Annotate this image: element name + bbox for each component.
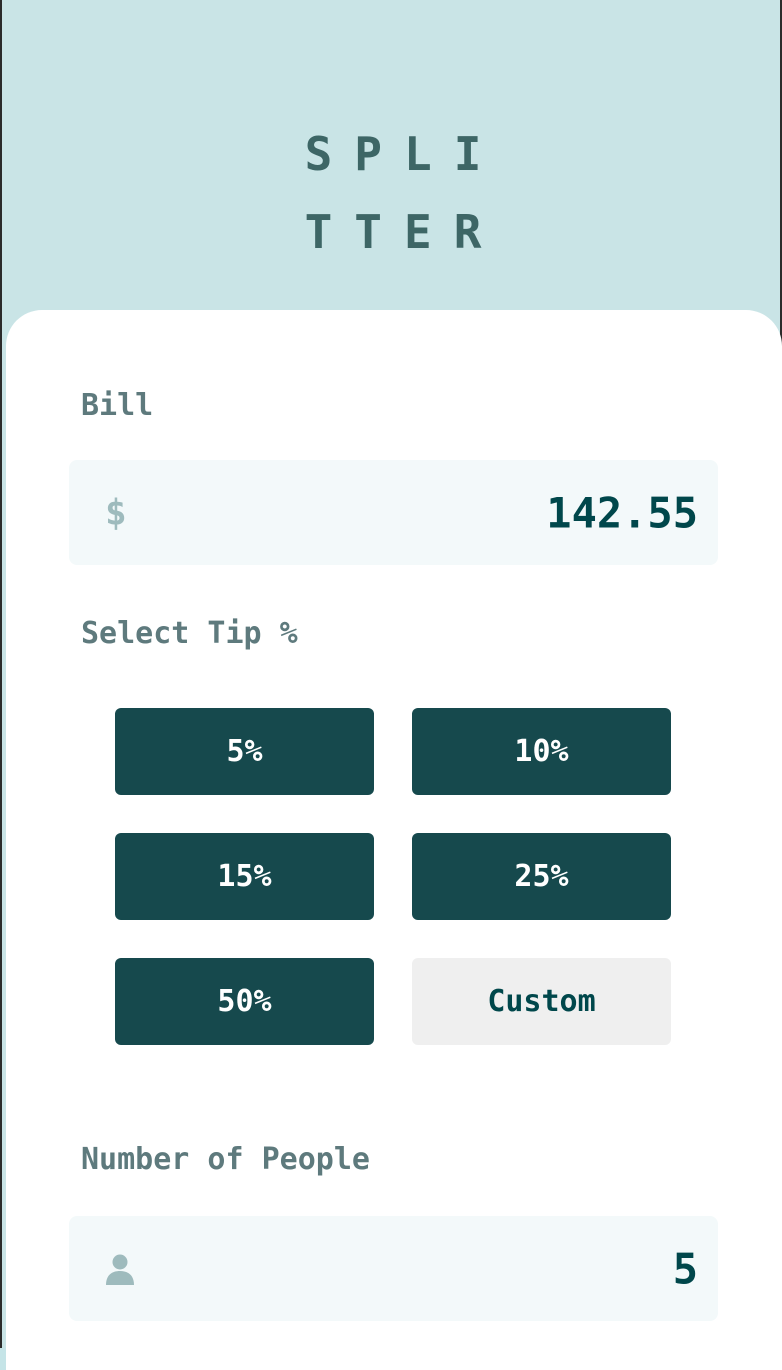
tip-15-button[interactable]: 15% [115, 833, 374, 920]
logo-line-2: TTER [304, 205, 504, 259]
logo-line-1: SPLI [304, 127, 504, 181]
calculator-card: Bill $ 142.55 Select Tip % 5% 10% 15% 25… [6, 310, 782, 1370]
tip-10-button[interactable]: 10% [412, 708, 671, 795]
dollar-icon: $ [105, 492, 127, 533]
app-frame: SPLI TTER Bill $ 142.55 Select Tip % 5% … [0, 0, 782, 1370]
app-logo: SPLI TTER [2, 115, 782, 271]
custom-tip-input[interactable]: Custom [412, 958, 671, 1045]
people-input[interactable]: 5 [69, 1216, 718, 1321]
select-tip-label: Select Tip % [81, 616, 298, 651]
tip-25-button[interactable]: 25% [412, 833, 671, 920]
people-value: 5 [672, 1244, 698, 1293]
number-of-people-label: Number of People [81, 1142, 370, 1177]
tip-50-button[interactable]: 50% [115, 958, 374, 1045]
person-icon [106, 1254, 134, 1285]
bill-label: Bill [81, 388, 154, 423]
bill-value: 142.55 [546, 488, 698, 537]
bill-input[interactable]: $ 142.55 [69, 460, 718, 565]
tip-5-button[interactable]: 5% [115, 708, 374, 795]
